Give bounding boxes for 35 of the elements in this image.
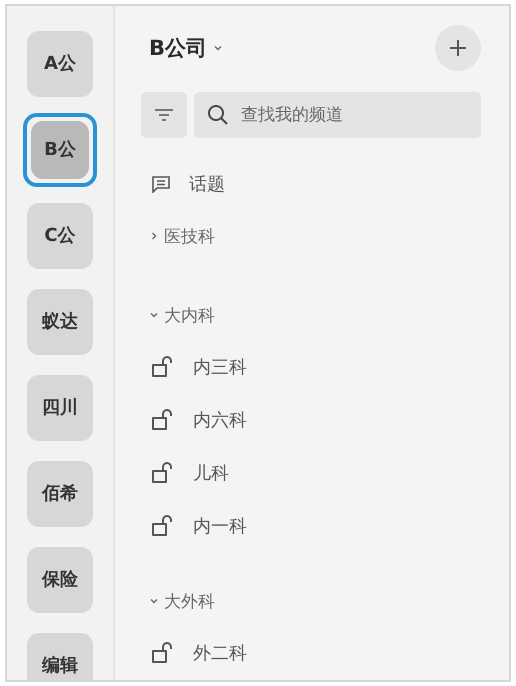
search-bar[interactable]: 查找我的频道 bbox=[194, 92, 481, 138]
chevron-down-icon bbox=[149, 310, 159, 320]
chevron-down-icon bbox=[149, 596, 159, 606]
workspace-tile[interactable]: 保险 bbox=[27, 547, 93, 613]
unlocked-padlock-icon bbox=[151, 408, 175, 430]
workspace-tile[interactable]: 编辑 bbox=[27, 633, 93, 680]
workspace-tile[interactable]: B公 bbox=[31, 121, 89, 179]
workspace-tile[interactable]: 佰希 bbox=[27, 461, 93, 527]
channel-item[interactable]: 外二科 bbox=[193, 640, 247, 664]
search-icon bbox=[207, 104, 229, 126]
chevron-right-icon bbox=[149, 231, 159, 241]
unlocked-padlock-icon bbox=[151, 642, 175, 664]
filter-button[interactable] bbox=[141, 92, 187, 138]
workspace-tile[interactable]: 四川 bbox=[27, 375, 93, 441]
workspace-title[interactable]: B公司 bbox=[141, 34, 224, 62]
unlocked-padlock-icon bbox=[151, 462, 175, 484]
plus-icon bbox=[448, 38, 468, 58]
channel-item[interactable]: 内六科 bbox=[193, 408, 247, 432]
channel-group-header[interactable]: 医技科 bbox=[141, 221, 481, 251]
chevron-down-icon bbox=[213, 43, 224, 53]
message-icon bbox=[151, 174, 171, 192]
channel-group-header[interactable]: 大内科 bbox=[141, 300, 481, 330]
unlocked-padlock-icon bbox=[151, 356, 175, 378]
channel-item[interactable]: 内一科 bbox=[193, 514, 247, 538]
search-field[interactable]: 查找我的频道 bbox=[239, 104, 443, 126]
unlocked-padlock-icon bbox=[151, 514, 175, 536]
topic-channel[interactable]: 话题 bbox=[189, 172, 225, 196]
workspace-tile[interactable]: A公 bbox=[27, 31, 93, 97]
workspace-tile[interactable]: C公 bbox=[27, 203, 93, 269]
filter-icon bbox=[154, 108, 174, 122]
channel-item[interactable]: 内三科 bbox=[193, 354, 247, 378]
channel-group-header[interactable]: 大外科 bbox=[141, 586, 481, 616]
workspace-tile[interactable]: 蚁达 bbox=[27, 289, 93, 355]
add-button[interactable] bbox=[435, 25, 481, 71]
channel-item[interactable]: 儿科 bbox=[193, 460, 229, 484]
